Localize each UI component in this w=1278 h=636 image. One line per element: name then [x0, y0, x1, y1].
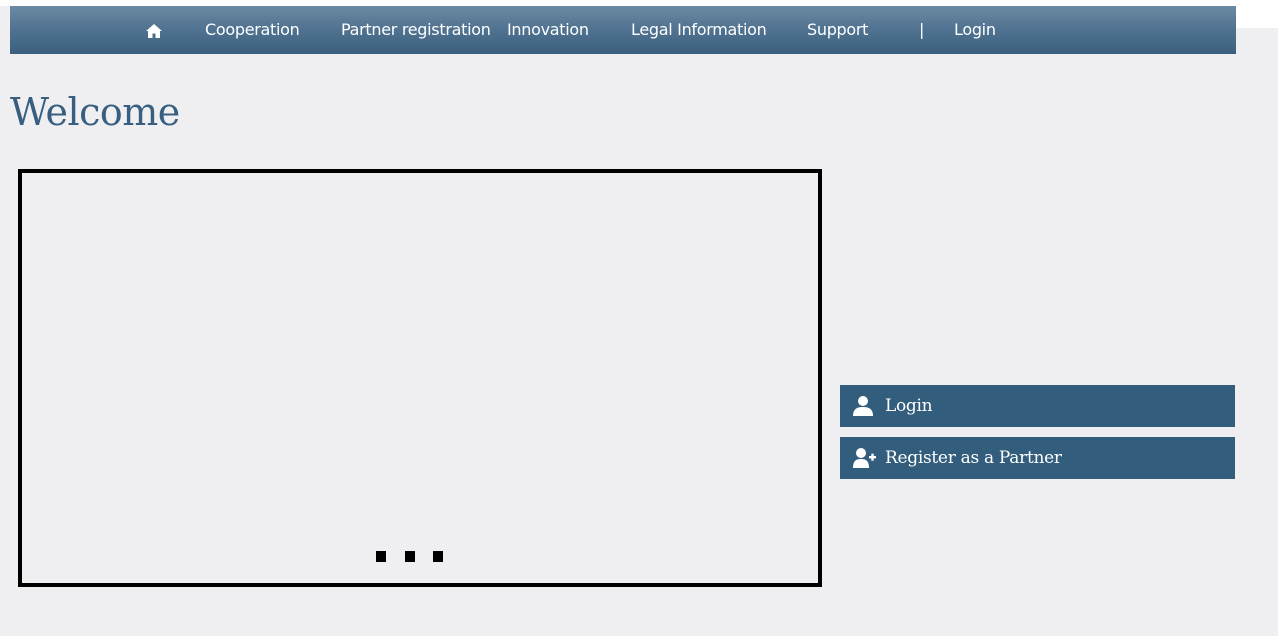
login-button-label: Login [885, 396, 933, 416]
nav-item-innovation[interactable]: Innovation [507, 6, 589, 54]
nav-item-partner-registration[interactable]: Partner registration [341, 6, 491, 54]
nav-item-support[interactable]: Support [807, 6, 868, 54]
home-icon[interactable] [145, 23, 163, 39]
user-add-icon [853, 447, 877, 469]
slider-dot-3[interactable] [433, 551, 443, 562]
slider-dot-2[interactable] [405, 551, 415, 562]
main-navbar: Cooperation Partner registration Innovat… [10, 6, 1236, 54]
nav-login-link[interactable]: Login [954, 6, 996, 54]
page-title: Welcome [10, 90, 180, 134]
nav-item-legal-information[interactable]: Legal Information [631, 6, 767, 54]
slider-dot-1[interactable] [376, 551, 386, 562]
register-partner-button[interactable]: Register as a Partner [840, 437, 1235, 479]
nav-separator: | [919, 20, 925, 39]
nav-item-cooperation[interactable]: Cooperation [205, 6, 300, 54]
register-partner-button-label: Register as a Partner [885, 448, 1062, 468]
image-slider[interactable] [18, 169, 822, 587]
user-icon [853, 395, 877, 417]
top-corner-strip [1236, 0, 1278, 28]
login-button[interactable]: Login [840, 385, 1235, 427]
